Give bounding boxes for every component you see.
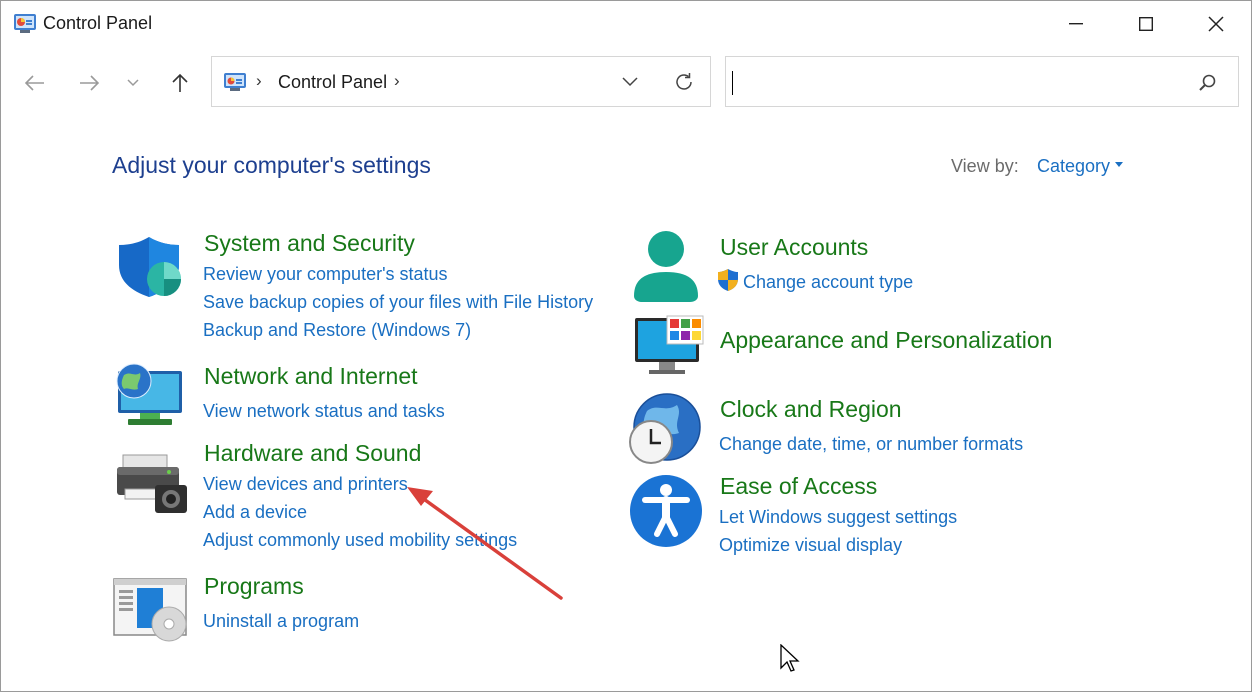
category-title-ease-of-access[interactable]: Ease of Access — [720, 473, 877, 500]
category-title-system-security[interactable]: System and Security — [204, 230, 415, 257]
close-icon — [1208, 16, 1224, 32]
link-uninstall-program[interactable]: Uninstall a program — [203, 611, 359, 632]
search-input[interactable] — [732, 65, 1186, 99]
back-button[interactable] — [17, 63, 53, 103]
address-bar[interactable]: › Control Panel › — [211, 56, 711, 107]
back-arrow-icon — [25, 75, 44, 91]
caret-down-icon[interactable] — [1115, 162, 1123, 167]
shield-icon[interactable] — [117, 235, 185, 304]
printer-icon[interactable] — [115, 453, 189, 520]
link-mobility-settings[interactable]: Adjust commonly used mobility settings — [203, 530, 517, 551]
clock-globe-icon[interactable] — [629, 393, 703, 472]
recent-locations-button[interactable] — [115, 63, 151, 103]
link-file-history[interactable]: Save backup copies of your files with Fi… — [203, 292, 593, 313]
mouse-cursor-icon — [780, 644, 800, 672]
up-button[interactable] — [162, 63, 198, 103]
category-title-hardware-sound[interactable]: Hardware and Sound — [204, 440, 421, 467]
window-title: Control Panel — [43, 13, 153, 33]
control-panel-icon — [223, 72, 247, 92]
link-change-account-type[interactable]: Change account type — [743, 272, 913, 293]
refresh-icon — [676, 73, 692, 90]
refresh-button[interactable] — [669, 69, 699, 95]
category-title-clock-region[interactable]: Clock and Region — [720, 396, 902, 423]
search-box[interactable] — [725, 56, 1239, 107]
close-button[interactable] — [1181, 1, 1251, 47]
up-arrow-icon — [172, 73, 188, 92]
minimize-icon — [1069, 23, 1083, 25]
link-network-status[interactable]: View network status and tasks — [203, 401, 445, 422]
control-panel-icon — [13, 12, 37, 34]
category-title-programs[interactable]: Programs — [204, 573, 304, 600]
uac-shield-icon — [717, 268, 739, 297]
link-review-status[interactable]: Review your computer's status — [203, 264, 448, 285]
link-date-time-formats[interactable]: Change date, time, or number formats — [719, 434, 1023, 455]
programs-disc-icon[interactable] — [113, 578, 187, 647]
page-heading: Adjust your computer's settings — [112, 152, 431, 178]
category-title-user-accounts[interactable]: User Accounts — [720, 234, 868, 261]
maximize-button[interactable] — [1111, 1, 1181, 47]
maximize-icon — [1139, 17, 1153, 31]
forward-arrow-icon — [80, 75, 99, 91]
breadcrumb-separator[interactable]: › — [394, 71, 400, 91]
title-bar: Control Panel — [1, 1, 1251, 47]
link-devices-printers[interactable]: View devices and printers — [203, 474, 408, 495]
search-icon[interactable] — [1198, 73, 1218, 93]
view-by-dropdown[interactable]: Category — [1037, 156, 1110, 177]
monitor-icon[interactable] — [633, 314, 705, 383]
chevron-down-icon — [622, 77, 638, 87]
breadcrumb-separator[interactable]: › — [256, 71, 262, 91]
control-panel-window: Control Panel › Control Panel › Adjust y… — [0, 0, 1252, 692]
view-by-label: View by: — [951, 156, 1019, 176]
forward-button[interactable] — [71, 63, 107, 103]
accessibility-icon[interactable] — [629, 474, 703, 553]
category-title-appearance[interactable]: Appearance and Personalization — [720, 327, 1052, 354]
link-backup-restore[interactable]: Backup and Restore (Windows 7) — [203, 320, 471, 341]
chevron-down-icon — [127, 79, 139, 87]
breadcrumb-control-panel[interactable]: Control Panel — [278, 72, 387, 93]
user-icon[interactable] — [632, 230, 700, 309]
minimize-button[interactable] — [1041, 1, 1111, 47]
address-dropdown-button[interactable] — [616, 70, 644, 94]
category-title-network[interactable]: Network and Internet — [204, 363, 418, 390]
link-windows-suggest[interactable]: Let Windows suggest settings — [719, 507, 957, 528]
link-optimize-display[interactable]: Optimize visual display — [719, 535, 902, 556]
text-caret — [732, 71, 733, 95]
link-add-device[interactable]: Add a device — [203, 502, 307, 523]
network-globe-icon[interactable] — [114, 361, 186, 432]
